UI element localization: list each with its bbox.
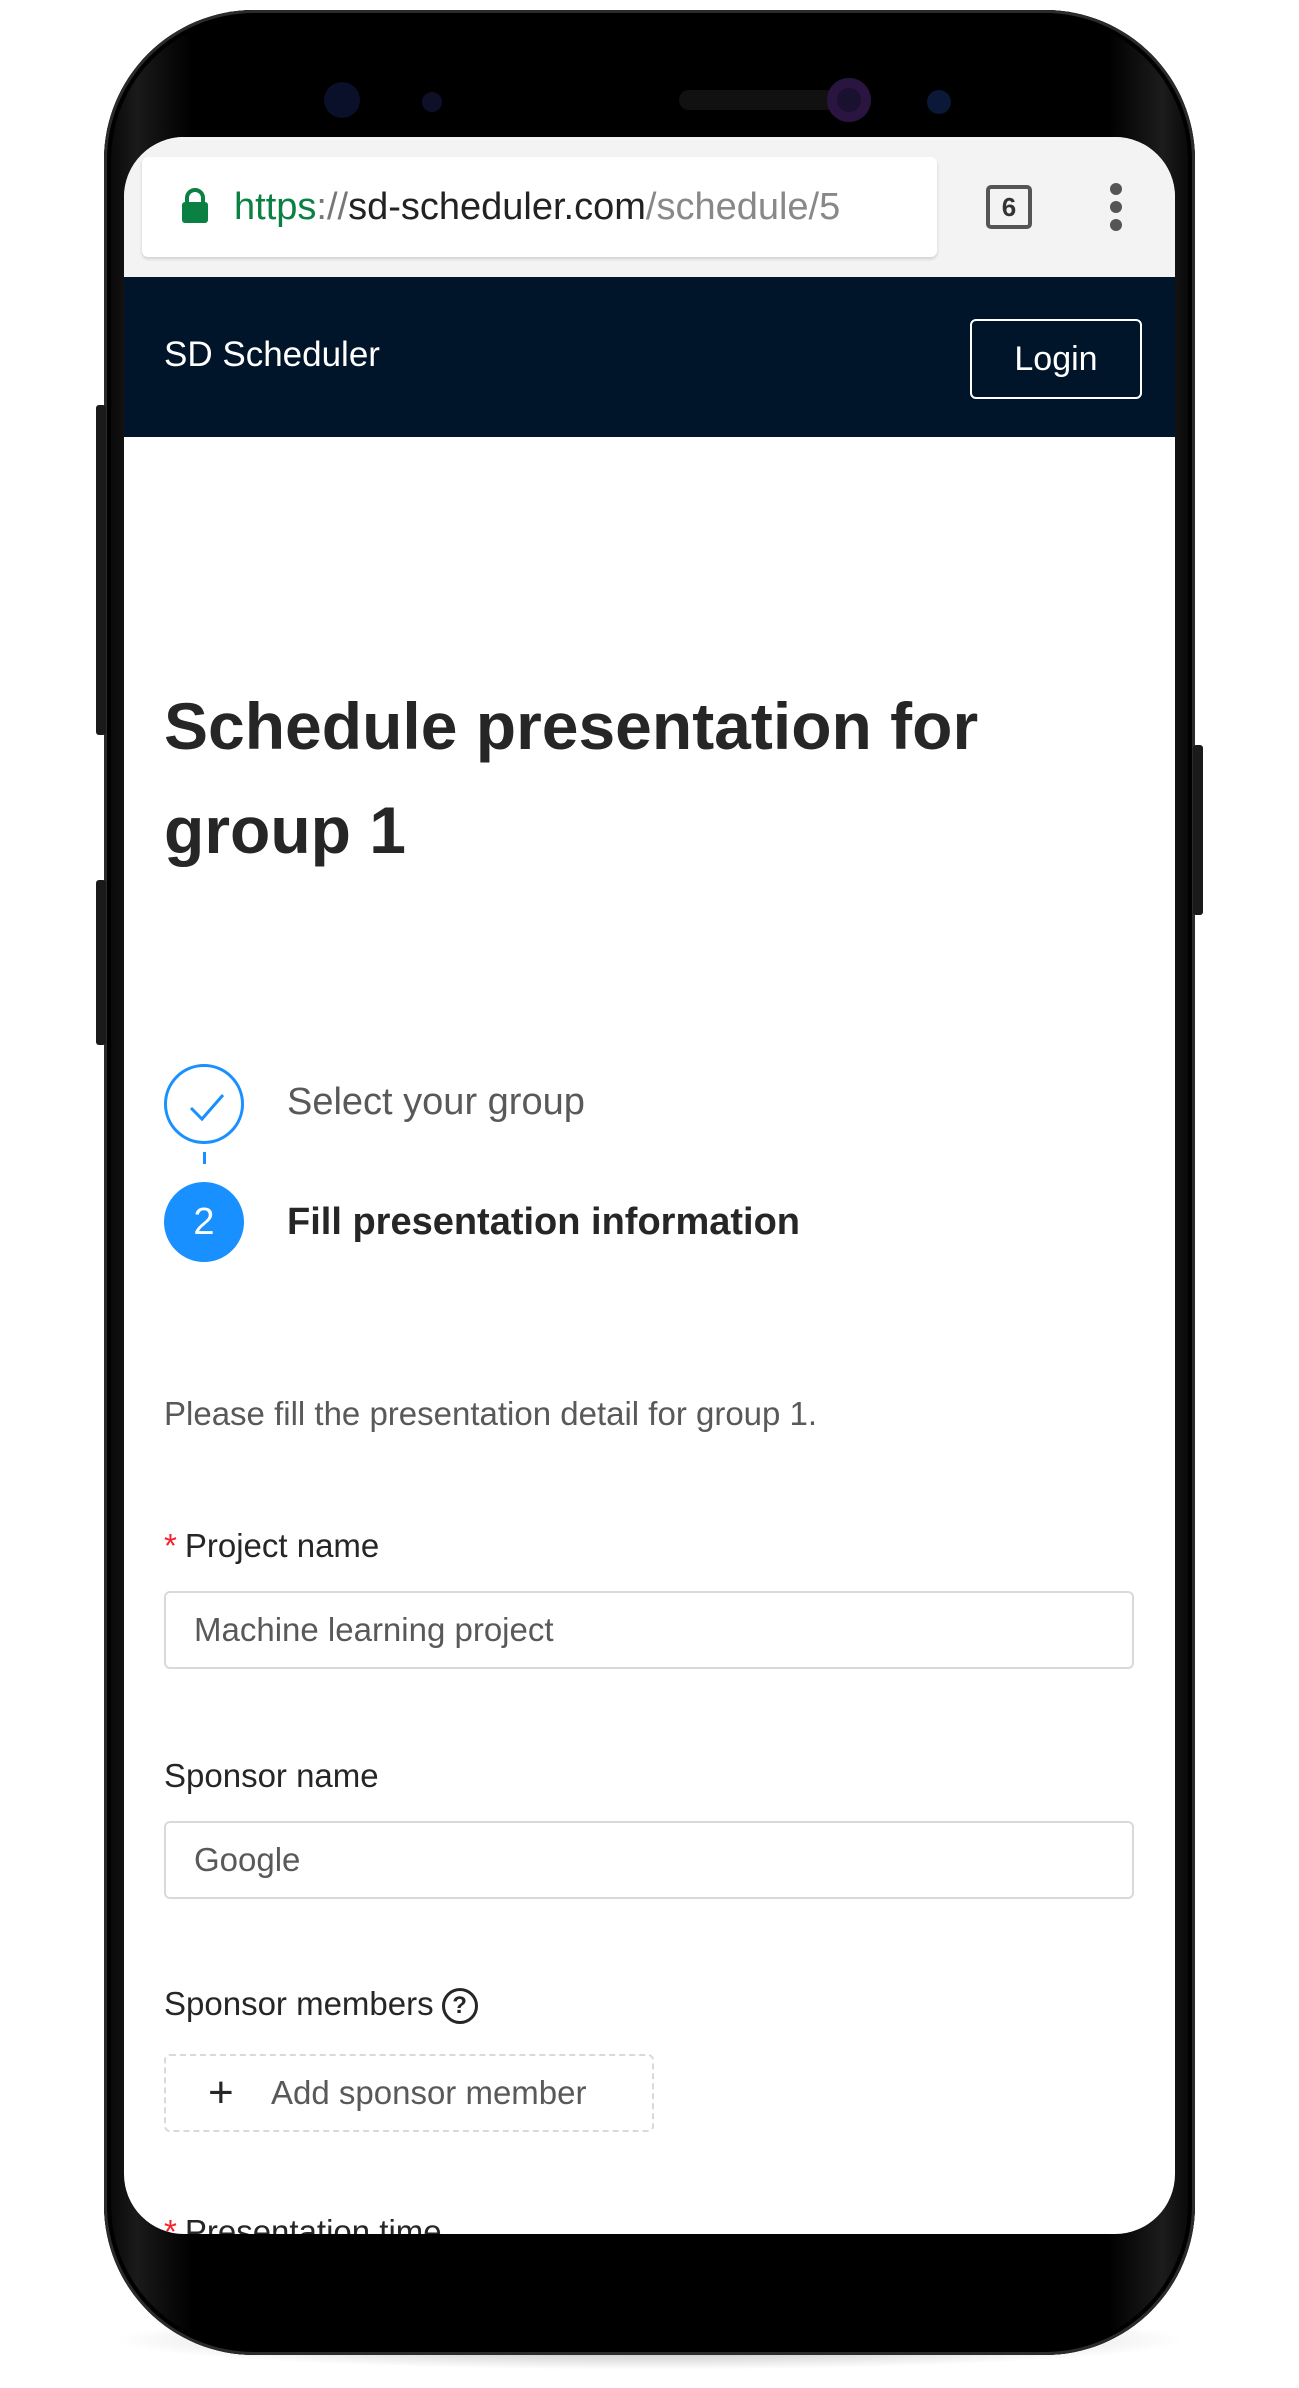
form-instructions: Please fill the presentation detail for … (164, 1395, 818, 1432)
add-sponsor-member-button[interactable]: + Add sponsor member (164, 2054, 654, 2132)
address-bar[interactable]: https://sd-scheduler.com/schedule/5 (142, 157, 937, 257)
url-text[interactable]: https://sd-scheduler.com/schedule/5 (234, 185, 924, 229)
step-2-label: Fill presentation information (287, 1201, 801, 1243)
required-mark: * (164, 2213, 177, 2234)
sponsor-name-label: Sponsor name (164, 1757, 379, 1794)
check-icon (189, 1094, 225, 1122)
more-menu-icon[interactable] (1109, 183, 1123, 231)
add-sponsor-member-label: Add sponsor member (271, 2074, 587, 2111)
page-title: Schedule presentation for group 1 (164, 689, 979, 867)
front-sensor-small (422, 92, 442, 112)
lock-icon (182, 188, 208, 223)
url-separator: :// (316, 186, 349, 228)
url-path: /schedule/5 (645, 186, 841, 228)
sponsor-members-label-text: Sponsor members (164, 1985, 434, 2022)
presentation-time-label: * Presentation time (164, 2210, 442, 2234)
project-name-input[interactable] (164, 1591, 1134, 1669)
project-name-label: * Project name (164, 1524, 379, 1568)
tab-switcher-icon[interactable]: 6 (986, 185, 1032, 229)
phone-button-left-2 (96, 880, 106, 1045)
plus-icon: + (208, 2068, 234, 2117)
presentation-time-label-text: Presentation time (184, 2213, 442, 2234)
phone-screen: https://sd-scheduler.com/schedule/5 6 SD… (124, 137, 1175, 2234)
url-host: sd-scheduler.com (348, 186, 646, 228)
question-circle-icon[interactable]: ? (441, 1988, 478, 2025)
step-connector (203, 1152, 206, 1164)
url-scheme: https (234, 186, 317, 228)
login-button[interactable]: Login (970, 319, 1142, 399)
step-1-done-icon (164, 1064, 244, 1144)
phone-button-left-1 (96, 405, 106, 735)
app-title[interactable]: SD Scheduler (164, 333, 380, 377)
sponsor-members-label: Sponsor members? (164, 1982, 478, 2026)
required-mark: * (164, 1527, 177, 1564)
sponsor-name-input[interactable] (164, 1821, 1134, 1899)
browser-toolbar: https://sd-scheduler.com/schedule/5 6 (124, 137, 1175, 277)
phone-button-right (1193, 745, 1203, 915)
step-1-label: Select your group (287, 1081, 585, 1123)
front-sensor (324, 82, 360, 118)
project-name-label-text: Project name (184, 1527, 380, 1564)
front-camera (827, 78, 871, 122)
app-header: SD Scheduler Login (124, 277, 1175, 437)
front-sensor-right (927, 90, 951, 114)
step-2-number: 2 (164, 1182, 244, 1262)
